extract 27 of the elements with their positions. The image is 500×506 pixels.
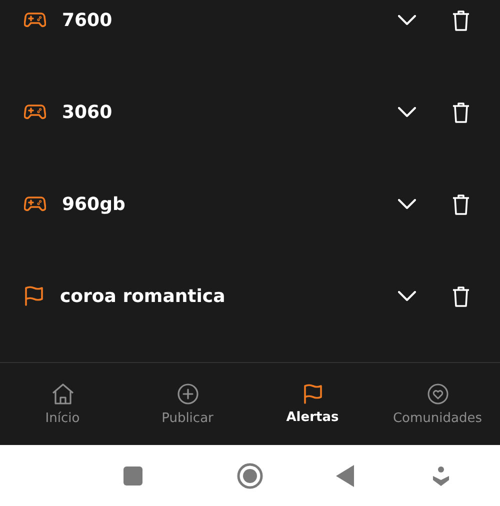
trash-icon[interactable]: [452, 286, 470, 306]
trash-icon[interactable]: [452, 102, 470, 122]
chevron-down-icon[interactable]: [398, 199, 416, 209]
alert-name: coroa romantica: [60, 286, 226, 306]
chevron-down-icon[interactable]: [398, 291, 416, 301]
home-button-icon[interactable]: [237, 462, 263, 488]
add-icon: [176, 382, 198, 404]
recents-button-icon[interactable]: [123, 466, 143, 486]
flag-icon: [302, 384, 322, 404]
nav-tab[interactable]: Alertas: [250, 363, 375, 445]
gamepad-icon: [24, 104, 46, 120]
alert-name: 960gb: [62, 194, 126, 214]
chevron-down-icon[interactable]: [398, 107, 416, 117]
home-icon: [50, 382, 74, 404]
nav-tab[interactable]: Publicar: [125, 363, 250, 445]
gamepad-icon: [24, 12, 46, 28]
chevron-down-icon[interactable]: [398, 15, 416, 25]
gamepad-icon: [24, 196, 46, 212]
back-button-icon[interactable]: [336, 464, 354, 486]
nav-tab[interactable]: Início: [0, 363, 125, 445]
flag-icon: [24, 286, 44, 306]
alert-name: 7600: [62, 10, 114, 30]
nav-tab[interactable]: Comunidades: [375, 363, 500, 445]
trash-icon[interactable]: [452, 194, 470, 214]
trash-icon[interactable]: [452, 10, 470, 30]
alert-name: 3060: [62, 102, 114, 122]
download-icon[interactable]: [433, 466, 449, 486]
